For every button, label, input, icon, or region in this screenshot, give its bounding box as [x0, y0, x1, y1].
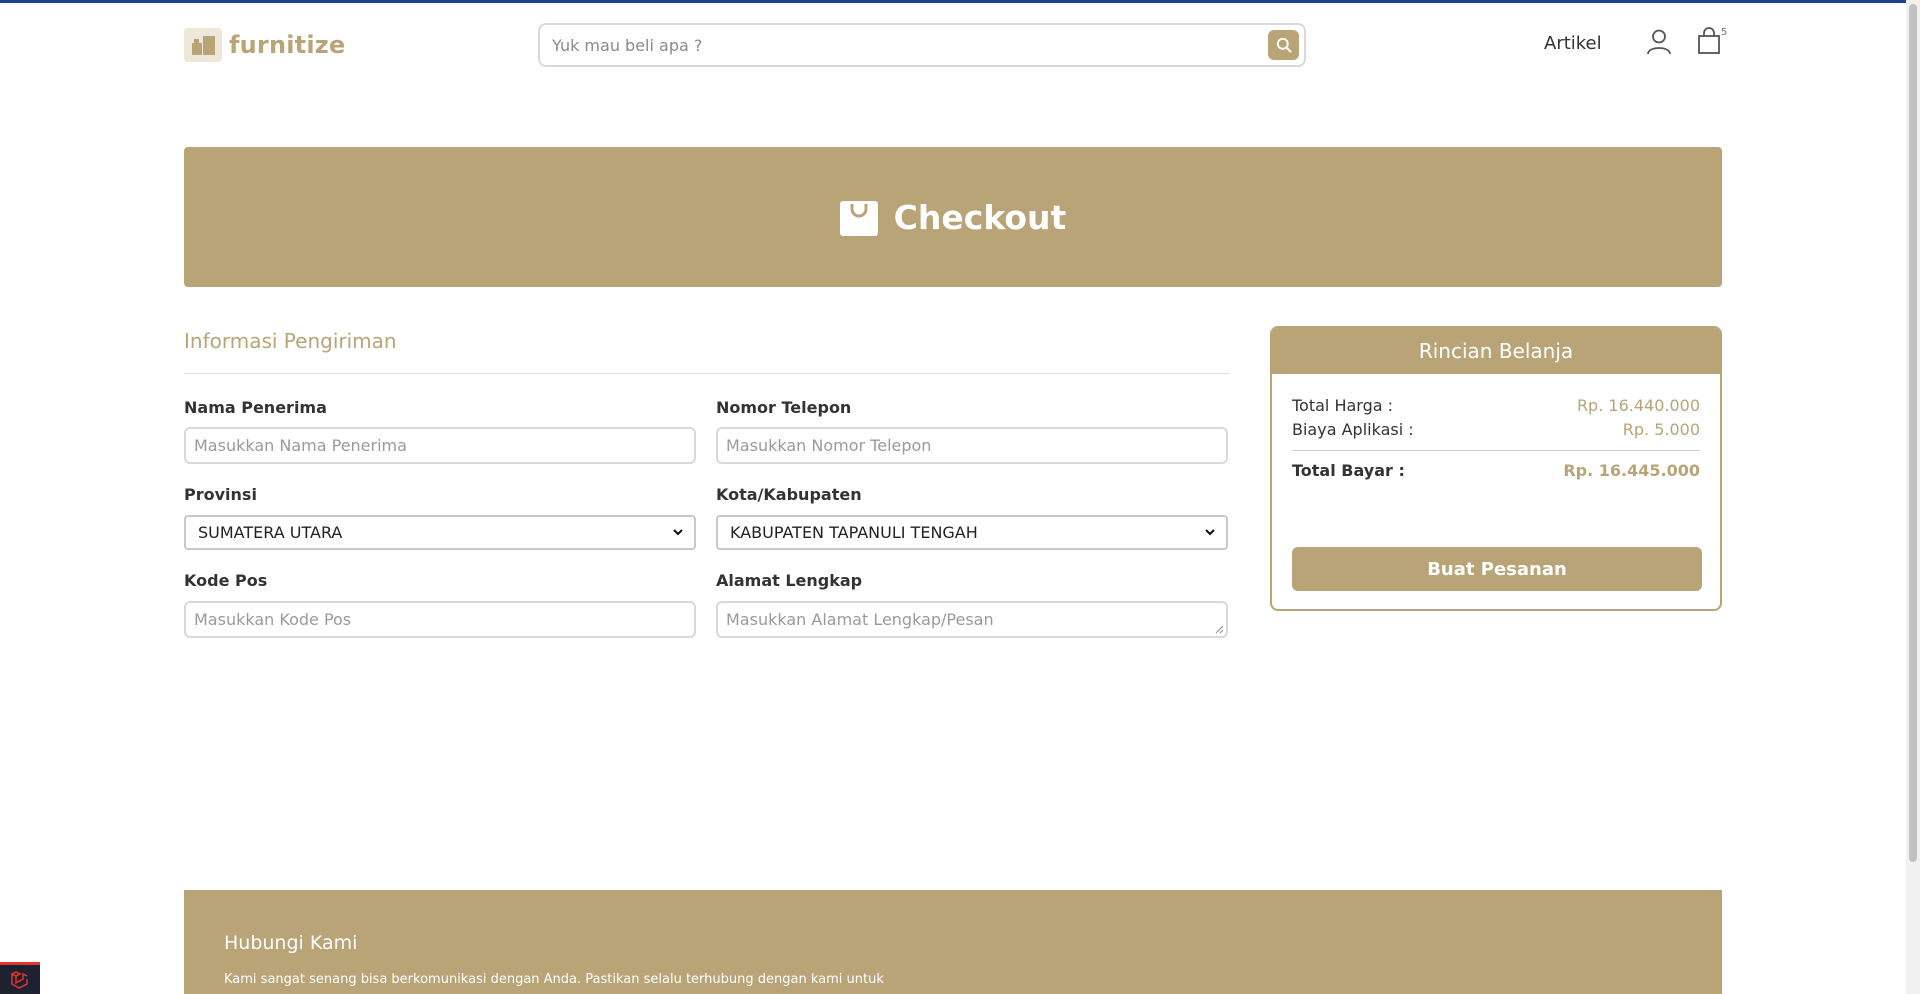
footer: Hubungi Kami Kami sangat senang bisa ber…	[184, 890, 1722, 994]
summary-row-total-harga: Total Harga : Rp. 16.440.000	[1292, 396, 1700, 415]
navbar: furnitize Artikel 5	[184, 22, 1727, 68]
summary-divider	[1292, 450, 1700, 451]
provinsi-select[interactable]: SUMATERA UTARA	[184, 515, 696, 550]
summary-row-total-bayar: Total Bayar : Rp. 16.445.000	[1292, 461, 1700, 480]
chevron-down-icon	[673, 529, 683, 536]
nomor-telepon-label: Nomor Telepon	[716, 398, 852, 417]
nama-penerima-field	[184, 427, 696, 464]
summary-title: Rincian Belanja	[1272, 328, 1720, 374]
kota-kabupaten-selected-value: KABUPATEN TAPANULI TENGAH	[730, 523, 978, 542]
laravel-icon[interactable]	[0, 962, 40, 994]
checkout-bag-icon	[839, 201, 878, 236]
biaya-aplikasi-value: Rp. 5.000	[1622, 420, 1700, 439]
kode-pos-label: Kode Pos	[184, 571, 268, 590]
cart-count-badge: 5	[1721, 27, 1728, 38]
biaya-aplikasi-label: Biaya Aplikasi :	[1292, 420, 1414, 439]
nama-penerima-input[interactable]	[186, 429, 694, 462]
resize-grip-icon[interactable]	[1215, 625, 1224, 634]
total-harga-value: Rp. 16.440.000	[1576, 396, 1700, 415]
alamat-lengkap-field	[716, 601, 1228, 638]
kota-kabupaten-select[interactable]: KABUPATEN TAPANULI TENGAH	[716, 515, 1228, 550]
page-title: Checkout	[893, 197, 1067, 237]
footer-title: Hubungi Kami	[224, 932, 358, 954]
kota-kabupaten-label: Kota/Kabupaten	[716, 485, 862, 504]
brand-link[interactable]: furnitize	[184, 28, 345, 62]
checkout-banner: Checkout	[184, 147, 1722, 287]
search-bar	[538, 23, 1306, 67]
kode-pos-input[interactable]	[186, 603, 694, 636]
footer-text: Kami sangat senang bisa berkomunikasi de…	[224, 972, 884, 987]
nama-penerima-label: Nama Penerima	[184, 398, 327, 417]
top-accent-line	[0, 0, 1920, 3]
brand-name: furnitize	[229, 31, 346, 59]
shopping-bag-icon[interactable]	[1696, 27, 1722, 55]
nav-link-artikel[interactable]: Artikel	[1544, 33, 1602, 54]
total-bayar-label: Total Bayar :	[1292, 461, 1405, 480]
provinsi-label: Provinsi	[184, 485, 257, 504]
furniture-logo-icon	[184, 28, 222, 62]
buat-pesanan-button[interactable]: Buat Pesanan	[1292, 547, 1702, 591]
summary-row-biaya-aplikasi: Biaya Aplikasi : Rp. 5.000	[1292, 420, 1700, 439]
search-icon	[1276, 37, 1291, 53]
search-input[interactable]	[540, 25, 1240, 65]
scrollbar-thumb[interactable]	[1909, 4, 1917, 862]
scrollbar[interactable]	[1906, 0, 1920, 994]
search-button[interactable]	[1268, 30, 1299, 60]
section-title: Informasi Pengiriman	[184, 329, 397, 353]
chevron-down-icon	[1205, 529, 1215, 536]
user-icon[interactable]	[1646, 28, 1672, 56]
total-bayar-value: Rp. 16.445.000	[1563, 461, 1700, 480]
nomor-telepon-input[interactable]	[718, 429, 1226, 462]
alamat-lengkap-label: Alamat Lengkap	[716, 571, 863, 590]
nomor-telepon-field	[716, 427, 1228, 464]
kode-pos-field	[184, 601, 696, 638]
section-divider	[184, 373, 1230, 374]
alamat-lengkap-textarea[interactable]	[718, 603, 1226, 636]
total-harga-label: Total Harga :	[1292, 396, 1394, 415]
order-summary-card: Rincian Belanja Total Harga : Rp. 16.440…	[1270, 326, 1722, 611]
provinsi-selected-value: SUMATERA UTARA	[198, 523, 343, 542]
